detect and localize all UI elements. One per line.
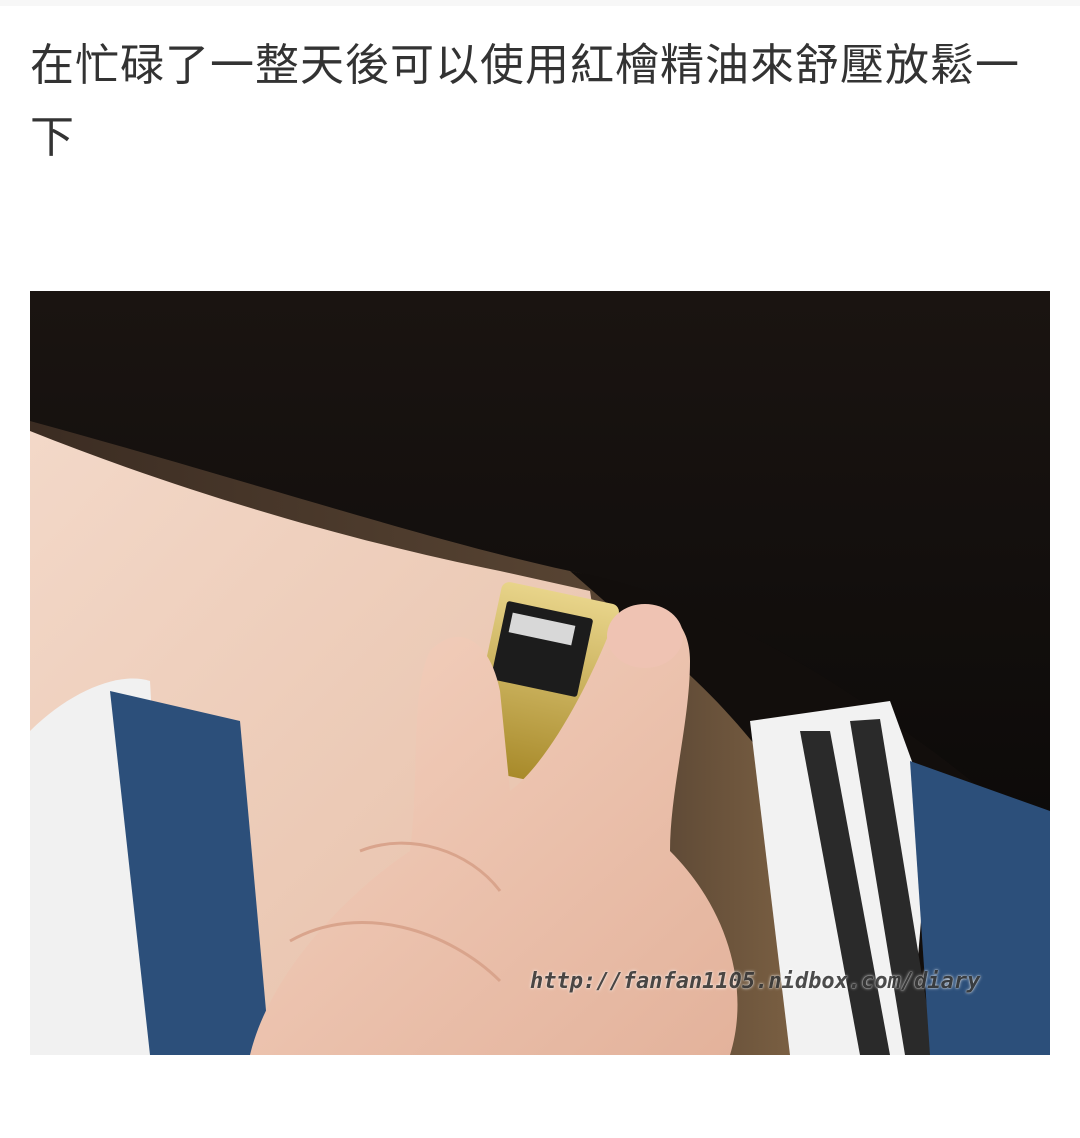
photo-watermark: http://fanfan1105.nidbox.com/diary	[530, 969, 981, 994]
photo-illustration	[30, 291, 1050, 1055]
thumbnail	[607, 604, 683, 668]
article-page: 在忙碌了一整天後可以使用紅檜精油來舒壓放鬆一下 http://fanfan110…	[0, 0, 1080, 1138]
top-divider	[0, 0, 1080, 6]
shirt-blue-right	[910, 761, 1050, 1055]
article-photo[interactable]: http://fanfan1105.nidbox.com/diary	[30, 291, 1050, 1055]
article-heading: 在忙碌了一整天後可以使用紅檜精油來舒壓放鬆一下	[30, 40, 1020, 163]
